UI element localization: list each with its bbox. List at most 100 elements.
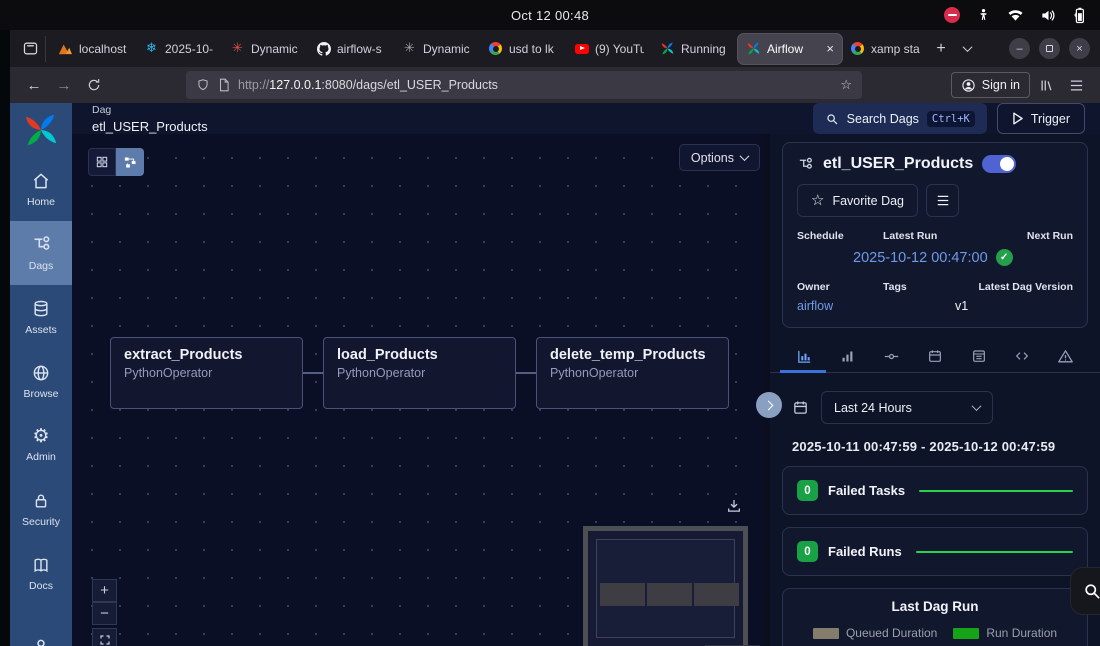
google-icon (488, 41, 503, 56)
grid-view-button[interactable] (88, 148, 116, 176)
sidebar-item-admin[interactable]: ⚙ Admin (10, 413, 72, 477)
user-icon[interactable] (10, 636, 72, 646)
airflow-sidebar: Home Dags Assets Browse ⚙ Admin Security… (10, 103, 72, 646)
database-icon (34, 300, 48, 316)
restore-button[interactable] (1039, 38, 1060, 59)
new-tab-button[interactable]: + (928, 36, 954, 62)
account-avatar-icon (962, 78, 975, 92)
last-dag-run-title: Last Dag Run (891, 599, 979, 614)
system-tray[interactable] (944, 0, 1086, 30)
search-fab-button[interactable] (1070, 567, 1100, 615)
graph-view-button[interactable] (116, 148, 144, 176)
task-node-load[interactable]: load_Products PythonOperator (323, 337, 516, 409)
volume-icon (1042, 9, 1055, 21)
close-button[interactable]: × (1069, 38, 1090, 59)
schedule-label: Schedule (797, 230, 844, 242)
task-node-delete[interactable]: delete_temp_Products PythonOperator (536, 337, 729, 409)
bookmark-star-icon[interactable]: ☆ (840, 79, 852, 92)
download-graph-button[interactable] (726, 499, 742, 519)
options-dropdown[interactable]: Options (678, 144, 760, 171)
list-all-tabs-button[interactable] (954, 36, 980, 62)
sidebar-item-home[interactable]: Home (10, 157, 72, 221)
browser-window: localhost ❄ 2025-10- ✳ Dynamic airflow-s… (10, 30, 1100, 646)
tab-overview-button[interactable] (16, 35, 46, 62)
collapse-panel-button[interactable] (756, 392, 782, 418)
panel-divider (762, 134, 770, 646)
tab-code[interactable] (1004, 340, 1040, 372)
failed-tasks-label: Failed Tasks (828, 483, 906, 498)
tab-overview-chart[interactable] (780, 340, 826, 373)
dag-menu-button[interactable] (926, 184, 960, 217)
tab-close-icon[interactable]: × (826, 41, 834, 56)
fit-view-button[interactable] (92, 628, 117, 646)
date-range-text: 2025-10-11 00:47:59 - 2025-10-12 00:47:5… (792, 439, 1056, 454)
tab-airflow-active[interactable]: Airflow × (738, 33, 842, 64)
trigger-button[interactable]: Trigger (996, 103, 1085, 134)
lock-icon (35, 493, 47, 508)
wifi-icon (1008, 10, 1023, 21)
gear-icon: ⚙ (32, 425, 50, 447)
dag-header: Dag etl_USER_Products Search Dags Ctrl+K… (72, 103, 1100, 134)
zoom-in-button[interactable]: + (92, 579, 117, 602)
tab-tasks[interactable] (873, 340, 909, 372)
dag-summary-card: etl_USER_Products ☆ Favorite Dag Schedul… (782, 142, 1088, 328)
search-icon (1082, 581, 1100, 601)
tab-dynamic-grey[interactable]: ✳ Dynamic (394, 34, 480, 64)
tab-snowflake[interactable]: ❄ 2025-10- (136, 34, 222, 64)
tab-google-xamp[interactable]: xamp sta (842, 34, 928, 64)
zoom-controls: + − (92, 579, 117, 646)
latest-run-timestamp[interactable]: 2025-10-12 00:47:00 (853, 250, 988, 266)
page-icon[interactable] (218, 78, 230, 92)
queued-duration-swatch (812, 627, 839, 639)
run-duration-label: Run Duration (986, 626, 1058, 640)
sign-in-button[interactable]: Sign in (950, 72, 1030, 98)
task-node-extract[interactable]: extract_Products PythonOperator (110, 337, 303, 409)
breadcrumb: Dag (92, 103, 112, 116)
tab-github[interactable]: airflow-s (308, 34, 394, 64)
dag-graph-canvas[interactable]: Options extract_Products PythonOperator … (72, 134, 762, 646)
reload-button[interactable] (80, 72, 108, 98)
google-icon (850, 41, 865, 56)
version-value: v1 (955, 299, 969, 313)
tab-backfills[interactable] (917, 340, 953, 372)
owner-value[interactable]: airflow (797, 299, 883, 313)
system-clock[interactable]: Oct 12 00:48 (511, 8, 589, 23)
tab-dynamic-red[interactable]: ✳ Dynamic (222, 34, 308, 64)
tab-google-usd[interactable]: usd to lk (480, 34, 566, 64)
back-button[interactable]: ← (20, 72, 48, 98)
menu-hamburger-icon[interactable] (1062, 72, 1090, 98)
play-icon (1013, 112, 1023, 125)
url-text[interactable]: http://127.0.0.1:8080/dags/etl_USER_Prod… (238, 78, 832, 92)
time-range-dropdown[interactable]: Last 24 Hours (821, 391, 993, 424)
search-dags-button[interactable]: Search Dags Ctrl+K (812, 103, 987, 134)
mountain-icon (58, 41, 73, 56)
library-icon[interactable] (1032, 72, 1060, 98)
globe-icon (33, 365, 49, 380)
search-icon (825, 112, 839, 126)
dag-enabled-toggle[interactable] (982, 155, 1017, 173)
shield-icon[interactable] (196, 78, 210, 92)
dags-branch-icon (31, 234, 52, 255)
sidebar-item-assets[interactable]: Assets (10, 285, 72, 349)
minimize-button[interactable]: – (1009, 38, 1030, 59)
zoom-out-button[interactable]: − (92, 602, 117, 625)
sidebar-item-docs[interactable]: Docs (10, 541, 72, 605)
sidebar-item-dags[interactable]: Dags (10, 221, 72, 285)
sidebar-item-security[interactable]: Security (10, 477, 72, 541)
success-check-icon: ✓ (995, 249, 1013, 266)
tab-events[interactable] (961, 340, 997, 372)
tab-airflow-running[interactable]: Running (652, 34, 738, 64)
panel-tab-bar (770, 340, 1100, 373)
url-bar[interactable]: http://127.0.0.1:8080/dags/etl_USER_Prod… (186, 71, 862, 99)
tab-localhost[interactable]: localhost (50, 34, 136, 64)
tab-youtube[interactable]: (9) YouTu (566, 34, 652, 64)
menu-lines-icon (937, 195, 948, 206)
airflow-logo[interactable] (22, 103, 60, 157)
favorite-dag-button[interactable]: ☆ Favorite Dag (797, 184, 919, 217)
sidebar-item-browse[interactable]: Browse (10, 349, 72, 413)
dag-branch-icon (797, 156, 814, 173)
tab-warnings[interactable] (1048, 340, 1084, 372)
forward-button[interactable]: → (50, 72, 78, 98)
tab-runs[interactable] (830, 340, 866, 372)
minimap[interactable] (583, 526, 748, 646)
